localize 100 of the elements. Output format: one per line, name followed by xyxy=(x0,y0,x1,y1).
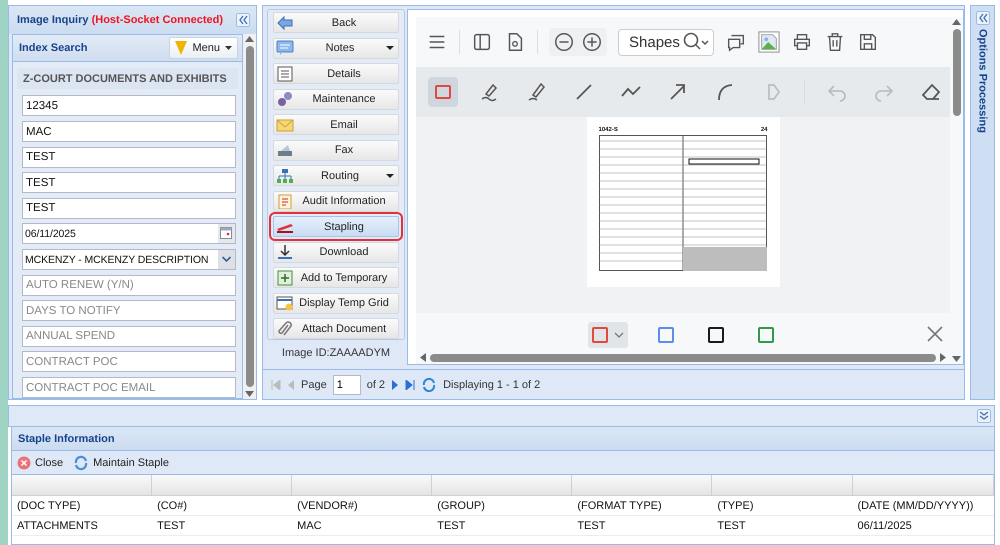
table-clock-icon xyxy=(276,295,294,311)
page-count: of 2 xyxy=(366,378,386,390)
gears-icon xyxy=(276,91,294,107)
envelope-icon xyxy=(276,116,294,132)
scroll-down-icon xyxy=(952,356,961,362)
refresh-icon xyxy=(73,454,90,470)
maintain-button[interactable]: Maintain Staple xyxy=(73,454,169,470)
color-swatch[interactable] xyxy=(588,322,628,348)
action-button[interactable]: Maintenance xyxy=(273,88,399,110)
action-button[interactable]: Notes xyxy=(273,38,399,58)
scroll-up-icon xyxy=(245,36,254,42)
expand-icon[interactable] xyxy=(976,11,990,25)
action-button[interactable]: Routing xyxy=(273,165,399,186)
image-id: Image ID:ZAAAADYM xyxy=(282,347,390,359)
dropdown-field[interactable]: MCKENZY - MCKENZY DESCRIPTION xyxy=(22,249,236,270)
table-cell: TEST xyxy=(712,516,852,536)
speech-bubble-icon xyxy=(276,40,294,56)
table-cell: (GROUP) xyxy=(432,496,572,516)
fax-icon xyxy=(276,142,294,158)
collapse-icon[interactable] xyxy=(236,13,250,27)
table-cell: (DOC TYPE) xyxy=(12,496,152,516)
image-icon[interactable] xyxy=(758,31,780,53)
input-field[interactable]: CONTRACT POC EMAIL xyxy=(22,377,236,398)
panel-title: Staple Information xyxy=(18,432,115,444)
scroll-thumb[interactable] xyxy=(952,29,960,116)
next-page-icon[interactable] xyxy=(391,380,400,390)
action-button[interactable]: Attach Document xyxy=(273,318,399,339)
table-cell: 06/11/2025 xyxy=(852,516,994,536)
date-field[interactable]: 06/11/2025 xyxy=(22,223,236,244)
last-page-icon[interactable] xyxy=(405,380,416,390)
tool-mode-dropdown[interactable]: Shapes xyxy=(618,28,714,56)
menu-button[interactable]: Menu xyxy=(169,36,238,59)
scroll-left-icon xyxy=(420,353,426,362)
action-button[interactable]: Details xyxy=(273,63,399,84)
scrollbar[interactable] xyxy=(243,34,256,399)
expand-icon[interactable] xyxy=(977,409,991,423)
chevron-down-icon[interactable] xyxy=(218,250,235,270)
table-cell: (CO#) xyxy=(152,496,292,516)
list-icon xyxy=(276,66,294,82)
table-cell: (FORMAT TYPE) xyxy=(572,496,712,516)
options-title: Options Processing xyxy=(976,29,988,133)
calendar-icon[interactable] xyxy=(218,224,235,244)
sidebar-icon[interactable] xyxy=(471,31,493,53)
scroll-up-icon xyxy=(952,19,961,25)
panel-title: Image Inquiry (Host-Socket Connected) xyxy=(17,14,223,26)
scroll-thumb[interactable] xyxy=(430,354,936,362)
input-field[interactable]: MAC xyxy=(22,121,236,142)
org-chart-icon xyxy=(276,168,294,184)
action-button[interactable]: Fax xyxy=(273,140,399,160)
refresh-icon[interactable] xyxy=(421,376,438,392)
table-cell: TEST xyxy=(572,516,712,536)
input-field[interactable]: TEST xyxy=(22,198,236,219)
input-field[interactable]: 12345 xyxy=(22,95,236,116)
display-summary: Displaying 1 - 1 of 2 xyxy=(443,378,540,390)
input-field[interactable]: TEST xyxy=(22,172,236,194)
action-button[interactable]: Email xyxy=(273,114,399,135)
close-button[interactable]: Close xyxy=(17,456,64,470)
caret-icon xyxy=(386,45,394,51)
scroll-right-icon xyxy=(940,353,946,362)
date-input[interactable]: 06/11/2025 xyxy=(23,224,218,244)
scroll-thumb[interactable] xyxy=(246,46,254,387)
caret-icon xyxy=(225,46,232,50)
table-cell: (TYPE) xyxy=(712,496,852,516)
page-label: Page xyxy=(301,378,327,390)
input-field[interactable]: TEST xyxy=(22,146,236,168)
zoom-out-icon[interactable] xyxy=(553,31,575,53)
rectangle-tool[interactable] xyxy=(428,77,458,107)
action-button[interactable]: Display Temp Grid xyxy=(273,292,399,314)
input-field[interactable]: CONTRACT POC xyxy=(22,351,236,372)
download-icon xyxy=(276,244,294,260)
close-icon xyxy=(17,456,31,470)
paperclip-icon xyxy=(276,320,294,336)
action-button[interactable]: Audit Information xyxy=(273,190,399,212)
arrow-left-icon xyxy=(276,14,294,30)
dropdown-input[interactable]: MCKENZY - MCKENZY DESCRIPTION xyxy=(23,250,218,270)
action-button[interactable]: Back xyxy=(273,12,399,33)
group-heading: Z-COURT DOCUMENTS AND EXHIBITS xyxy=(23,72,227,85)
funnel-icon xyxy=(175,40,188,55)
action-button[interactable]: Add to Temporary xyxy=(273,267,399,288)
zoom-in-icon[interactable] xyxy=(581,31,603,53)
section-title: Index Search xyxy=(19,42,88,54)
table-cell: TEST xyxy=(152,516,292,536)
input-field[interactable]: ANNUAL SPEND xyxy=(22,326,236,347)
close-icon[interactable] xyxy=(926,325,944,343)
clipboard-icon xyxy=(276,193,294,209)
table-cell: (DATE (MM/DD/YYYY)) xyxy=(852,496,994,516)
table-cell: MAC xyxy=(292,516,432,536)
chevron-down-icon xyxy=(614,332,624,338)
vertical-scrollbar[interactable] xyxy=(950,17,963,364)
action-button[interactable]: Download xyxy=(273,242,399,262)
caret-icon xyxy=(386,172,394,178)
input-field[interactable]: AUTO RENEW (Y/N) xyxy=(22,274,236,296)
plus-icon xyxy=(276,270,294,286)
table-cell: (VENDOR#) xyxy=(292,496,432,516)
scroll-down-icon xyxy=(245,391,254,397)
page-input[interactable]: 1 xyxy=(332,374,361,394)
horizontal-scrollbar[interactable] xyxy=(416,351,950,364)
table-cell: TEST xyxy=(432,516,572,536)
table-cell: ATTACHMENTS xyxy=(12,516,152,536)
input-field[interactable]: DAYS TO NOTIFY xyxy=(22,300,236,322)
